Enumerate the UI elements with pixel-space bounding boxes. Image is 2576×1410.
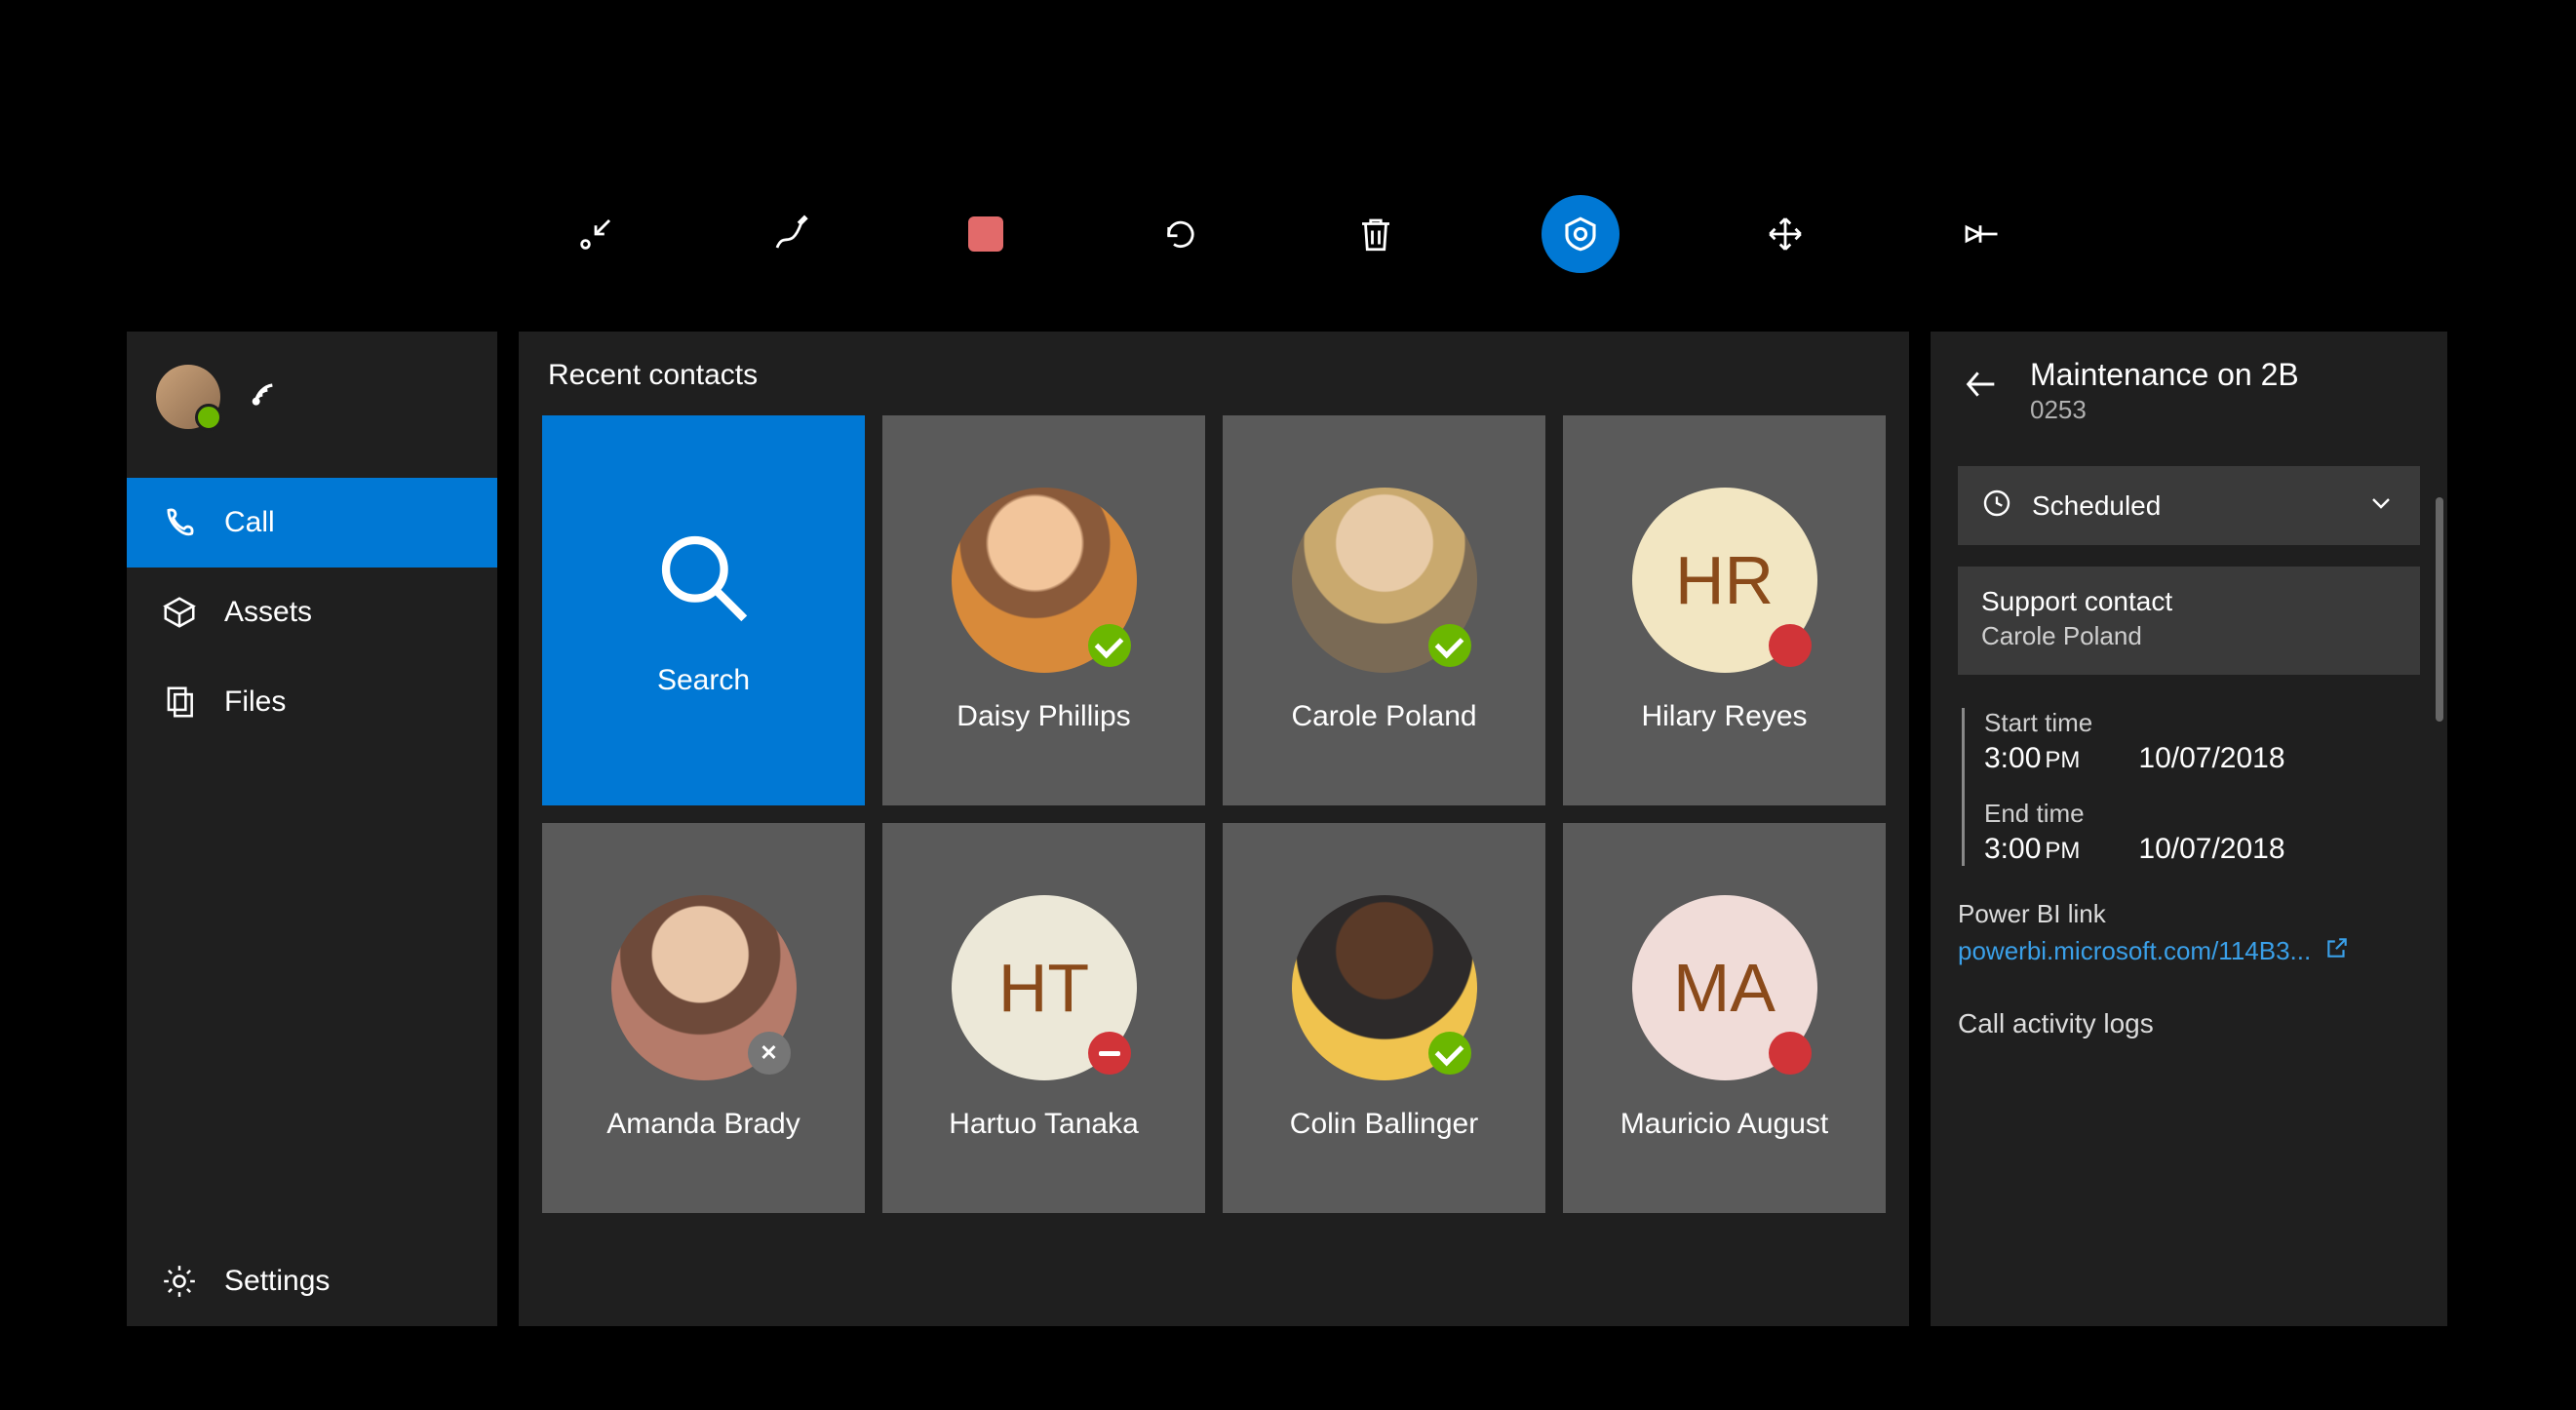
contact-tile[interactable]: Colin Ballinger xyxy=(1223,823,1545,1213)
contact-tile[interactable]: HR Hilary Reyes xyxy=(1563,415,1886,805)
sidebar-item-label: Assets xyxy=(224,596,312,629)
contact-avatar xyxy=(952,488,1137,673)
contact-name: Carole Poland xyxy=(1291,700,1476,733)
contact-avatar: HR xyxy=(1632,488,1817,673)
profile-row xyxy=(127,355,497,478)
search-label: Search xyxy=(657,664,750,697)
presence-badge xyxy=(1769,1032,1812,1075)
start-time-label: Start time xyxy=(1984,708,2420,738)
sidebar-item-files[interactable]: Files xyxy=(127,657,497,747)
top-toolbar xyxy=(0,185,2576,283)
search-tile[interactable]: Search xyxy=(542,415,865,805)
contact-tile[interactable]: HT Hartuo Tanaka xyxy=(882,823,1205,1213)
wifi-icon xyxy=(250,375,289,419)
presence-badge xyxy=(1428,1032,1471,1075)
sidebar-item-label: Files xyxy=(224,685,286,719)
presence-badge xyxy=(1428,624,1471,667)
presence-badge xyxy=(1088,1032,1131,1075)
contact-avatar xyxy=(1292,895,1477,1080)
clock-icon xyxy=(1981,488,2012,524)
undo-icon[interactable] xyxy=(1151,205,1210,263)
support-contact-card[interactable]: Support contact Carole Poland xyxy=(1958,567,2420,675)
support-contact-name: Carole Poland xyxy=(1981,621,2397,651)
app-window: Call Assets Files xyxy=(127,332,2447,1326)
schedule-times: Start time 3:00PM 10/07/2018 End time 3:… xyxy=(1962,708,2420,866)
detail-title: Maintenance on 2B xyxy=(2030,357,2299,393)
contact-name: Daisy Phillips xyxy=(956,700,1130,733)
end-time-label: End time xyxy=(1984,799,2420,829)
contact-name: Mauricio August xyxy=(1620,1108,1828,1141)
scrollbar[interactable] xyxy=(2436,497,2443,722)
open-external-icon xyxy=(2324,935,2350,967)
sidebar-item-label: Settings xyxy=(224,1265,330,1298)
stop-record-icon[interactable] xyxy=(956,205,1015,263)
contact-avatar: MA xyxy=(1632,895,1817,1080)
end-time-value: 3:00PM xyxy=(1984,833,2080,866)
status-label: Scheduled xyxy=(2032,490,2346,522)
detail-header: Maintenance on 2B 0253 xyxy=(1958,357,2420,425)
contact-avatar xyxy=(1292,488,1477,673)
sidebar-item-settings[interactable]: Settings xyxy=(127,1236,497,1326)
contact-tile[interactable]: Amanda Brady xyxy=(542,823,865,1213)
user-avatar[interactable] xyxy=(156,365,220,429)
sidebar-item-assets[interactable]: Assets xyxy=(127,568,497,657)
support-contact-label: Support contact xyxy=(1981,586,2397,617)
start-date-value: 10/07/2018 xyxy=(2138,742,2284,775)
start-time-value: 3:00PM xyxy=(1984,742,2080,775)
sidebar-item-label: Call xyxy=(224,506,275,539)
detail-panel: Maintenance on 2B 0253 Scheduled Support… xyxy=(1931,332,2447,1326)
assist-icon[interactable] xyxy=(1542,195,1620,273)
contact-avatar xyxy=(611,895,797,1080)
contact-tile[interactable]: Daisy Phillips xyxy=(882,415,1205,805)
sidebar-item-call[interactable]: Call xyxy=(127,478,497,568)
sidebar: Call Assets Files xyxy=(127,332,497,1326)
presence-badge xyxy=(1769,624,1812,667)
end-date-value: 10/07/2018 xyxy=(2138,833,2284,866)
gear-icon xyxy=(160,1262,199,1301)
presence-badge xyxy=(748,1032,791,1075)
activity-logs-heading: Call activity logs xyxy=(1958,1008,2420,1039)
phone-icon xyxy=(160,503,199,542)
pin-icon[interactable] xyxy=(1951,205,2010,263)
back-button[interactable] xyxy=(1958,361,2005,408)
contact-name: Hartuo Tanaka xyxy=(949,1108,1139,1141)
app-stage: Call Assets Files xyxy=(0,0,2576,1410)
move-icon[interactable] xyxy=(1756,205,1815,263)
contact-tile[interactable]: Carole Poland xyxy=(1223,415,1545,805)
ink-icon[interactable] xyxy=(761,205,820,263)
minimize-icon[interactable] xyxy=(566,205,625,263)
contacts-grid: Search Daisy Phillips Carole Poland HR Hila… xyxy=(542,415,1886,1213)
contact-tile[interactable]: MA Mauricio August xyxy=(1563,823,1886,1213)
presence-badge xyxy=(1088,624,1131,667)
contact-name: Hilary Reyes xyxy=(1641,700,1807,733)
section-heading: Recent contacts xyxy=(548,359,1886,392)
contact-avatar: HT xyxy=(952,895,1137,1080)
box-icon xyxy=(160,593,199,632)
files-icon xyxy=(160,683,199,722)
chevron-down-icon xyxy=(2365,488,2397,524)
main-panel: Recent contacts Search Daisy Phillips Car… xyxy=(519,332,1909,1326)
detail-id: 0253 xyxy=(2030,395,2299,425)
powerbi-link[interactable]: powerbi.microsoft.com/114B3... xyxy=(1958,935,2420,967)
link-text: powerbi.microsoft.com/114B3... xyxy=(1958,936,2311,966)
status-dropdown[interactable]: Scheduled xyxy=(1958,466,2420,545)
delete-icon[interactable] xyxy=(1347,205,1405,263)
powerbi-link-label: Power BI link xyxy=(1958,899,2420,929)
contact-name: Amanda Brady xyxy=(606,1108,800,1141)
contact-name: Colin Ballinger xyxy=(1290,1108,1478,1141)
search-icon xyxy=(650,525,758,637)
